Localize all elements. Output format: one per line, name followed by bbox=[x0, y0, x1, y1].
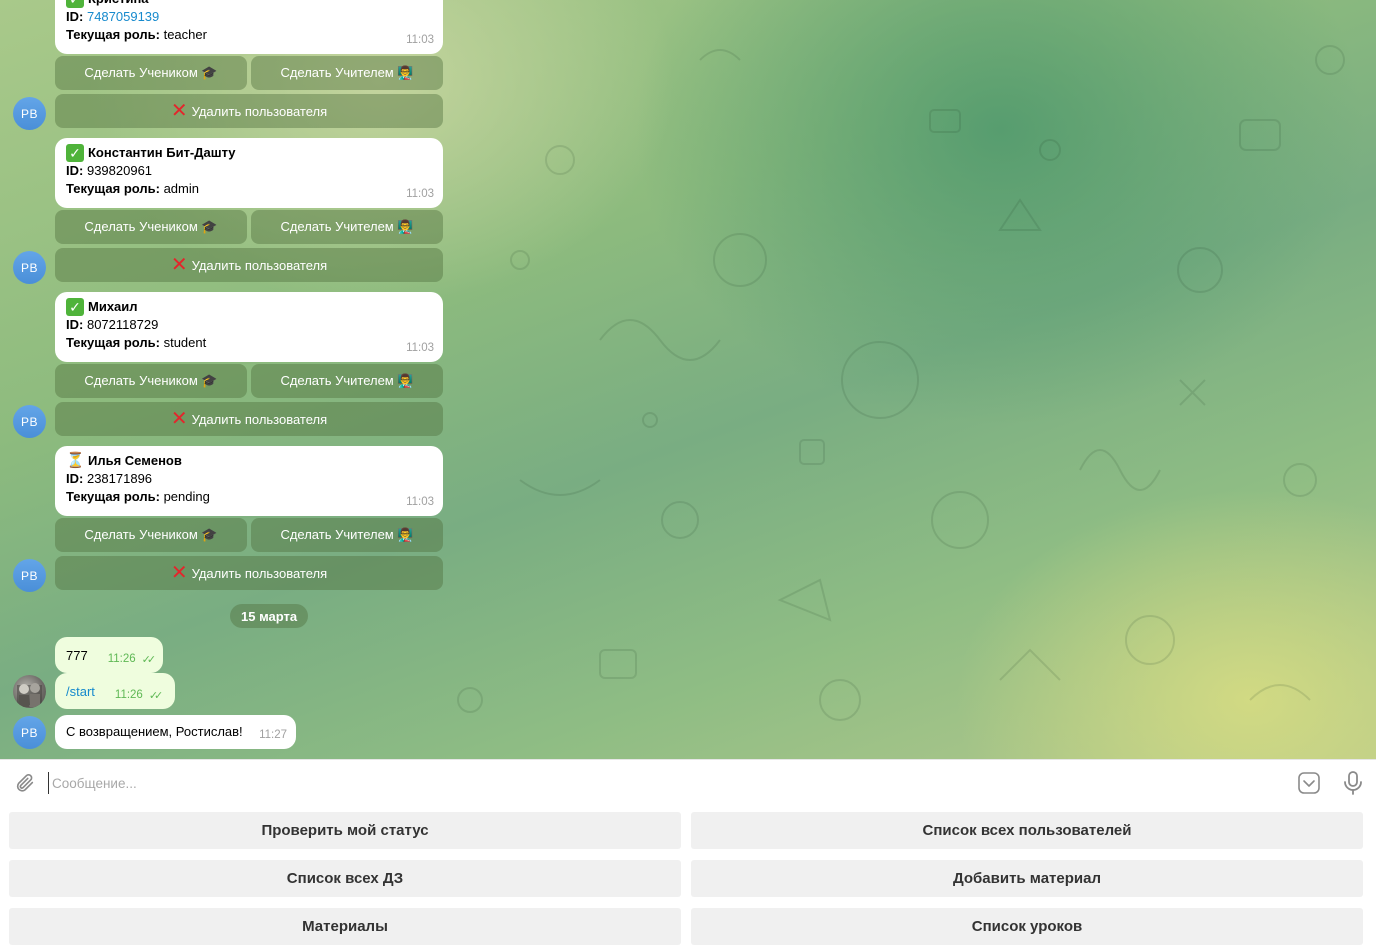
bot-avatar[interactable]: РВ bbox=[13, 405, 46, 438]
make-student-button[interactable]: Сделать Учеником 🎓 bbox=[55, 518, 247, 552]
delete-user-button[interactable]: ✕ Удалить пользователя bbox=[55, 402, 443, 436]
check-status-button[interactable]: Проверить мой статус bbox=[9, 812, 681, 849]
make-student-button[interactable]: Сделать Учеником 🎓 bbox=[55, 210, 247, 244]
user-id-line: ID: 8072118729 bbox=[66, 317, 159, 332]
delete-user-button[interactable]: ✕ Удалить пользователя bbox=[55, 556, 443, 590]
message-bubble: ✓ Михаил ID: 8072118729 Текущая роль: st… bbox=[55, 292, 443, 362]
message-text: С возвращением, Ростислав! bbox=[66, 724, 243, 739]
list-lessons-button[interactable]: Список уроков bbox=[691, 908, 1363, 945]
user-role-line: Текущая роль: teacher bbox=[66, 27, 207, 42]
user-role-line: Текущая роль: student bbox=[66, 335, 207, 350]
double-check-icon: ✓✓ bbox=[141, 653, 157, 666]
message-time: 11:26 bbox=[107, 653, 136, 665]
message-time: 11:03 bbox=[406, 342, 434, 354]
check-icon: ✓ bbox=[66, 144, 84, 162]
message-input[interactable] bbox=[48, 772, 1248, 794]
user-name: ✓ Михаил bbox=[66, 298, 431, 316]
outgoing-message: 777 11:26 ✓✓ bbox=[55, 637, 163, 673]
cross-icon: ✕ bbox=[170, 562, 188, 584]
bot-avatar[interactable]: РВ bbox=[13, 251, 46, 284]
user-id-link[interactable]: 7487059139 bbox=[87, 9, 159, 24]
make-teacher-button[interactable]: Сделать Учителем 👨‍🏫 bbox=[251, 518, 443, 552]
bot-avatar[interactable]: РВ bbox=[13, 97, 46, 130]
user-id-line: ID: 7487059139 bbox=[66, 9, 160, 24]
date-separator: 15 марта bbox=[230, 604, 309, 628]
bot-keyboard-icon[interactable] bbox=[1297, 771, 1321, 795]
check-icon: ✓ bbox=[66, 298, 84, 316]
cross-icon: ✕ bbox=[170, 408, 188, 430]
user-role: teacher bbox=[163, 27, 207, 42]
message-time: 11:27 bbox=[259, 729, 287, 741]
add-material-button[interactable]: Добавить материал bbox=[691, 860, 1363, 897]
bot-avatar[interactable]: РВ bbox=[13, 559, 46, 592]
user-role: pending bbox=[163, 489, 210, 504]
paperclip-icon[interactable] bbox=[14, 772, 36, 794]
delete-user-button[interactable]: ✕ Удалить пользователя bbox=[55, 94, 443, 128]
user-name: ✓ Кристина bbox=[66, 0, 431, 8]
materials-button[interactable]: Материалы bbox=[9, 908, 681, 945]
command-link[interactable]: /start bbox=[66, 684, 95, 699]
make-student-button[interactable]: Сделать Учеником 🎓 bbox=[55, 56, 247, 90]
make-student-button[interactable]: Сделать Учеником 🎓 bbox=[55, 364, 247, 398]
message-text: 777 bbox=[66, 647, 88, 663]
make-teacher-button[interactable]: Сделать Учителем 👨‍🏫 bbox=[251, 364, 443, 398]
microphone-icon[interactable] bbox=[1341, 770, 1365, 796]
hourglass-icon: ⏳ bbox=[66, 452, 85, 469]
message-bubble: ⏳ Илья Семенов ID: 238171896 Текущая рол… bbox=[55, 446, 443, 516]
outgoing-message: /start 11:26 ✓✓ bbox=[55, 673, 175, 709]
user-role: student bbox=[163, 335, 207, 350]
user-name: ⏳ Илья Семенов bbox=[66, 452, 182, 469]
user-avatar[interactable] bbox=[13, 675, 46, 708]
check-icon: ✓ bbox=[66, 0, 84, 8]
make-teacher-button[interactable]: Сделать Учителем 👨‍🏫 bbox=[251, 210, 443, 244]
list-users-button[interactable]: Список всех пользователей bbox=[691, 812, 1363, 849]
user-name: ✓ Константин Бит-Дашту bbox=[66, 144, 431, 162]
message-bubble: ✓ Кристина ID: 7487059139 Текущая роль: … bbox=[55, 0, 443, 54]
user-role: admin bbox=[163, 181, 199, 196]
user-id-line: ID: 238171896 bbox=[66, 471, 153, 486]
message-time: 11:03 bbox=[406, 496, 434, 508]
user-id-line: ID: 939820961 bbox=[66, 163, 153, 178]
bot-avatar[interactable]: РВ bbox=[13, 716, 46, 749]
make-teacher-button[interactable]: Сделать Учителем 👨‍🏫 bbox=[251, 56, 443, 90]
message-time: 11:03 bbox=[406, 188, 434, 200]
message-bubble: С возвращением, Ростислав! 11:27 bbox=[55, 715, 296, 749]
list-homework-button[interactable]: Список всех ДЗ bbox=[9, 860, 681, 897]
user-photo-icon bbox=[17, 683, 42, 707]
user-role-line: Текущая роль: admin bbox=[66, 181, 199, 196]
message-bubble: ✓ Константин Бит-Дашту ID: 939820961 Тек… bbox=[55, 138, 443, 208]
delete-user-button[interactable]: ✕ Удалить пользователя bbox=[55, 248, 443, 282]
chat-area: ✓ Кристина ID: 7487059139 Текущая роль: … bbox=[0, 0, 1376, 759]
double-check-icon: ✓✓ bbox=[148, 689, 164, 702]
message-time: 11:26 bbox=[114, 689, 143, 701]
cross-icon: ✕ bbox=[170, 100, 188, 122]
cross-icon: ✕ bbox=[170, 254, 188, 276]
message-composer bbox=[0, 759, 1376, 805]
message-time: 11:03 bbox=[406, 34, 434, 46]
user-role-line: Текущая роль: pending bbox=[66, 489, 210, 504]
